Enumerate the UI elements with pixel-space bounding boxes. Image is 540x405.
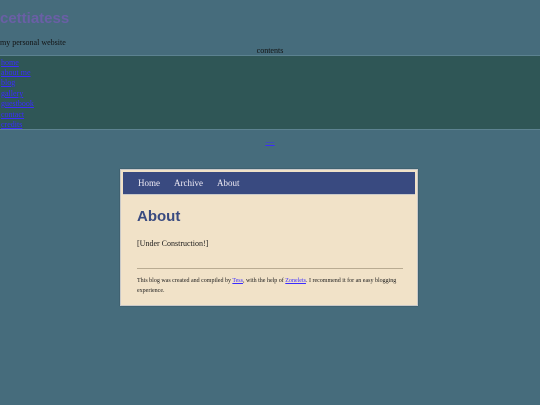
small-link[interactable]: ==== — [0, 140, 540, 145]
footer-divider — [137, 268, 403, 269]
author-link[interactable]: Tess — [232, 278, 243, 284]
nav-link-home[interactable]: home — [1, 58, 19, 67]
nav-link-credits[interactable]: credits — [1, 120, 22, 129]
blog-nav-about[interactable]: About — [217, 178, 240, 188]
footer-middle: , with the help of — [242, 278, 286, 284]
nav-link-about-me[interactable]: about me — [1, 68, 31, 77]
blog-footer: This blog was created and compiled by Te… — [137, 276, 407, 296]
footer-prefix: This blog was created and compiled by — [137, 278, 233, 284]
post-body: [Under Construction!] — [137, 239, 209, 248]
nav-link-guestbook[interactable]: guestbook — [1, 99, 34, 108]
blog-frame: Home Archive About About [Under Construc… — [120, 169, 418, 306]
zonelets-link[interactable]: Zonelets — [285, 278, 306, 284]
nav-link-blog[interactable]: blog — [1, 78, 15, 87]
sidebar-nav: home about me blog gallery guestbook con… — [0, 55, 540, 130]
blog-nav-home[interactable]: Home — [138, 178, 160, 188]
blog-nav-bar: Home Archive About — [123, 172, 415, 195]
site-title: cettiatess — [0, 10, 70, 27]
blog-nav-archive[interactable]: Archive — [174, 178, 203, 188]
contents-heading: contents — [256, 46, 284, 55]
post-title: About — [137, 208, 181, 225]
nav-link-contact[interactable]: contact — [1, 110, 24, 119]
nav-link-gallery[interactable]: gallery — [1, 89, 23, 98]
